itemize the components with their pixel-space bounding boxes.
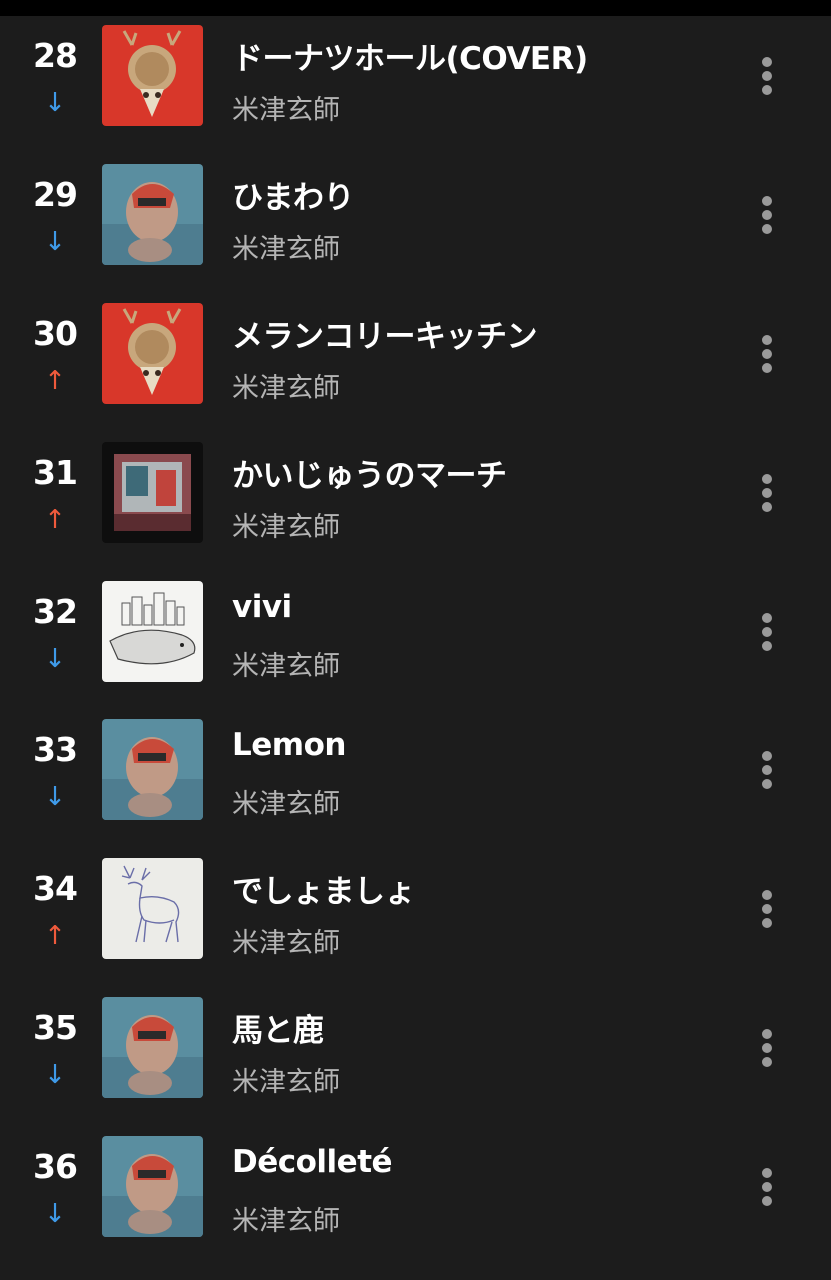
artist-name: 米津玄師 [232,789,340,821]
rank-number: 32 [33,591,78,631]
rank-number: 30 [33,313,78,353]
album-art-yankee[interactable] [102,302,203,404]
chart-row[interactable]: 35 ↓ 馬と鹿 米津玄師 [0,988,831,1127]
more-options-icon[interactable] [747,610,787,654]
more-options-icon[interactable] [747,1026,787,1070]
song-title: でしょましょ [232,874,416,911]
artist-name: 米津玄師 [232,511,340,543]
trend-down-icon: ↓ [44,226,66,257]
song-title: 馬と鹿 [232,1013,324,1050]
rank-number: 33 [33,730,78,770]
artist-name: 米津玄師 [232,372,340,404]
chart-row[interactable]: 36 ↓ Décolleté 米津玄師 [0,1127,831,1266]
song-title: Décolleté [232,1144,393,1181]
song-title: Lemon [232,727,346,764]
chart-row[interactable]: 29 ↓ ひまわり 米津玄師 [0,155,831,294]
album-art-yankee[interactable] [102,25,203,126]
artist-name: 米津玄師 [232,650,340,682]
artist-name: 米津玄師 [232,928,340,960]
song-title: ドーナツホール(COVER) [232,41,588,77]
trend-down-icon: ↓ [44,1199,66,1230]
artist-name: 米津玄師 [232,95,340,126]
status-bar-edge [0,0,831,16]
album-art-stray-sheep[interactable] [102,997,203,1099]
trend-down-icon: ↓ [44,643,66,674]
song-title: vivi [232,588,292,625]
song-chart-list: 28 ↓ ドーナツホール(COVER) 米津玄師 29 ↓ ひまわり 米津玄師 … [0,16,831,1266]
rank-number: 36 [33,1147,78,1187]
album-art-bootleg[interactable] [102,441,203,543]
rank-number: 34 [33,869,78,909]
trend-up-icon: ↑ [44,365,66,396]
more-options-icon[interactable] [747,471,787,515]
chart-row[interactable]: 34 ↑ でしょましょ 米津玄師 [0,849,831,988]
album-art-stray-sheep[interactable] [102,163,203,265]
chart-row[interactable]: 33 ↓ Lemon 米津玄師 [0,710,831,849]
trend-up-icon: ↑ [44,504,66,535]
chart-row[interactable]: 32 ↓ vivi 米津玄師 [0,572,831,711]
more-options-icon[interactable] [747,54,787,98]
trend-down-icon: ↓ [44,88,66,118]
more-options-icon[interactable] [747,193,787,237]
song-title: メランコリーキッチン [232,318,538,355]
artist-name: 米津玄師 [232,233,340,265]
album-art-deer[interactable] [102,858,203,960]
trend-down-icon: ↓ [44,782,66,813]
more-options-icon[interactable] [747,748,787,792]
album-art-diorama[interactable] [102,580,203,682]
album-art-stray-sheep[interactable] [102,719,203,821]
more-options-icon[interactable] [747,332,787,376]
album-art-stray-sheep[interactable] [102,1136,203,1238]
artist-name: 米津玄師 [232,1206,340,1238]
trend-down-icon: ↓ [44,1060,66,1091]
rank-number: 31 [33,452,78,492]
chart-row[interactable]: 31 ↑ かいじゅうのマーチ 米津玄師 [0,433,831,572]
more-options-icon[interactable] [747,887,787,931]
more-options-icon[interactable] [747,1165,787,1209]
trend-up-icon: ↑ [44,921,66,952]
rank-number: 35 [33,1008,78,1048]
song-title: ひまわり [232,179,355,216]
rank-number: 28 [33,36,78,75]
song-title: かいじゅうのマーチ [232,457,507,494]
chart-row[interactable]: 30 ↑ メランコリーキッチン 米津玄師 [0,294,831,433]
chart-row[interactable]: 28 ↓ ドーナツホール(COVER) 米津玄師 [0,16,831,155]
rank-number: 29 [33,174,78,214]
artist-name: 米津玄師 [232,1067,340,1099]
